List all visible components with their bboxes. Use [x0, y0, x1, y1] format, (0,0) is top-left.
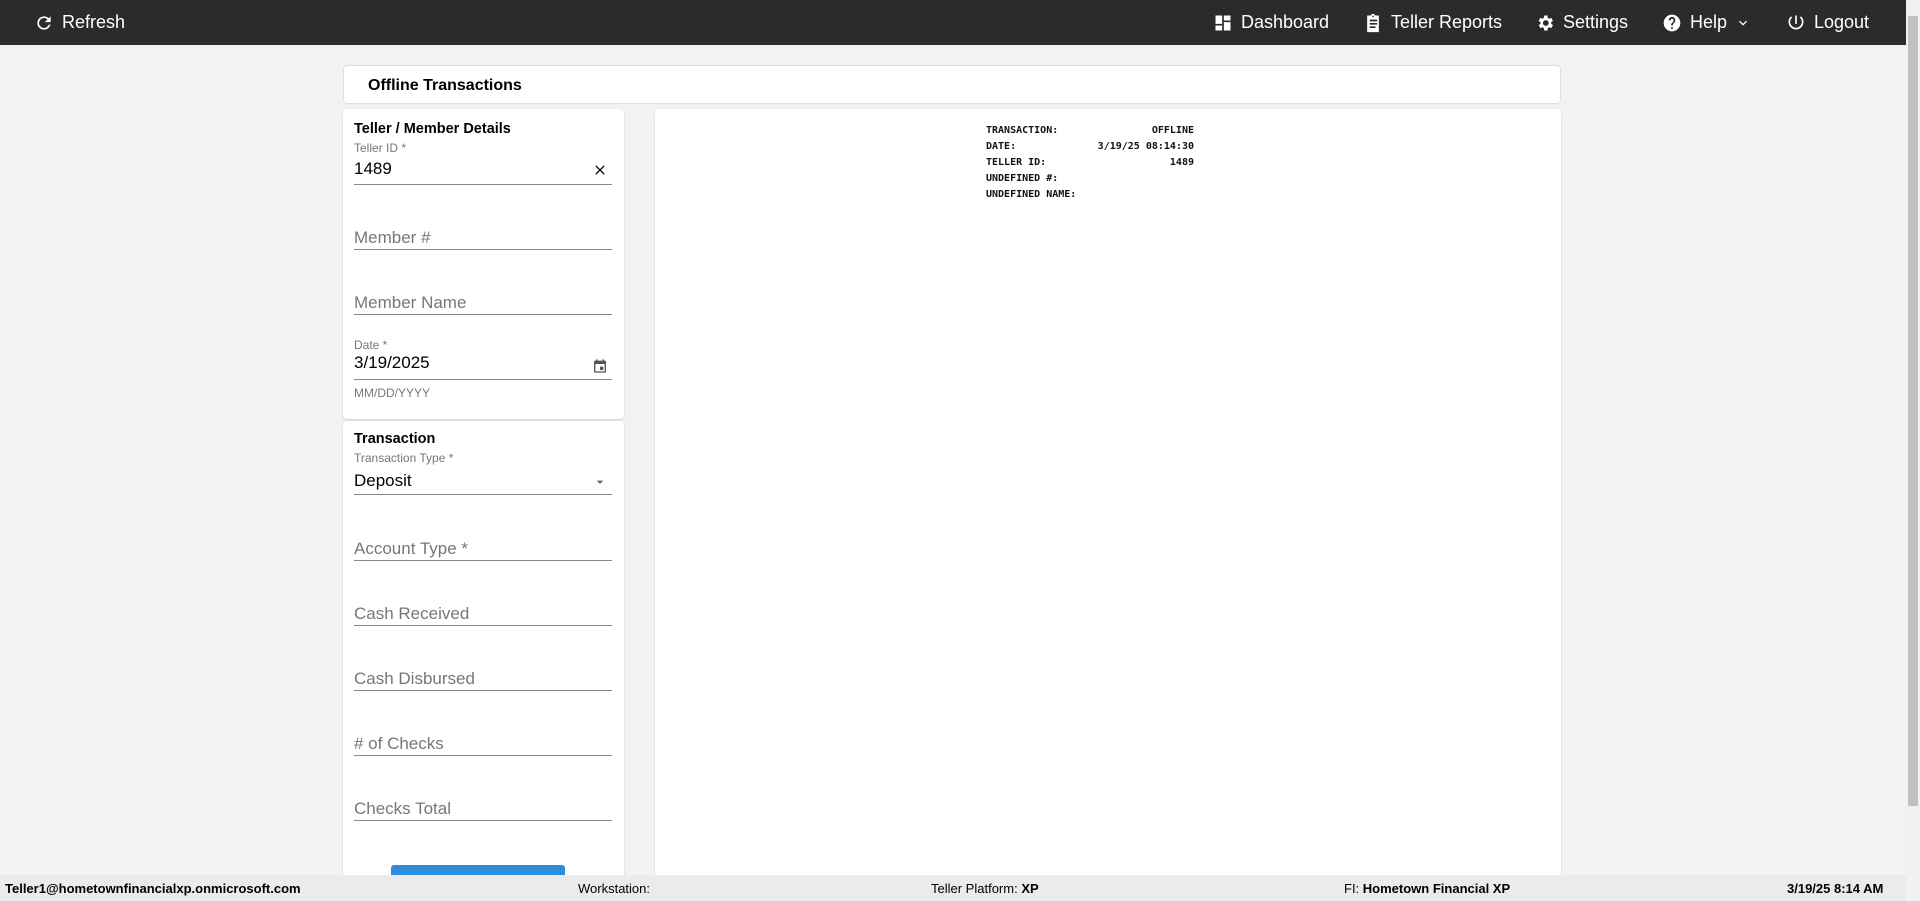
- settings-label: Settings: [1563, 12, 1629, 32]
- logout-button[interactable]: Logout: [1786, 0, 1869, 45]
- clear-icon[interactable]: [592, 162, 608, 178]
- receipt-label: TRANSACTION:: [986, 125, 1059, 136]
- settings-link[interactable]: Settings: [1535, 0, 1628, 45]
- receipt-label: UNDEFINED NAME:: [986, 189, 1077, 200]
- member-number-placeholder: Member #: [354, 228, 431, 247]
- teller-reports-label: Teller Reports: [1391, 12, 1503, 32]
- checks-total-placeholder: Checks Total: [354, 799, 452, 818]
- receipt-preview: TRANSACTION: OFFLINE DATE: 3/19/25 08:14:30…: [986, 123, 1194, 203]
- checks-count-field[interactable]: # of Checks: [354, 716, 612, 756]
- calendar-icon[interactable]: [592, 358, 608, 374]
- checks-count-placeholder: # of Checks: [354, 734, 444, 753]
- refresh-icon: [37, 15, 51, 30]
- transaction-type-select[interactable]: Transaction Type * Deposit: [354, 451, 612, 495]
- account-type-placeholder: Account Type *: [354, 539, 469, 558]
- teller-id-value: 1489: [354, 159, 392, 178]
- receipt-value: OFFLINE: [1151, 125, 1194, 136]
- checks-total-field[interactable]: Checks Total: [354, 781, 612, 821]
- chevron-down-icon: [1739, 20, 1748, 26]
- dropdown-arrow-icon: [596, 480, 604, 484]
- platform-value: XP: [1021, 881, 1039, 896]
- page-header-card: Offline Transactions: [343, 65, 1561, 104]
- status-bar: Teller1@hometownfinancialxp.onmicrosoft.…: [0, 875, 1906, 901]
- receipt-line: DATE: 3/19/25 08:14:30: [986, 139, 1194, 155]
- fi-label: FI:: [1344, 881, 1360, 896]
- scrollbar-thumb[interactable]: [1908, 16, 1918, 806]
- receipt-line: TELLER ID: 1489: [986, 155, 1194, 171]
- help-icon: [1663, 14, 1681, 31]
- dashboard-link[interactable]: Dashboard: [1213, 0, 1329, 45]
- member-name-field[interactable]: Member Name: [354, 275, 612, 315]
- dashboard-label: Dashboard: [1241, 12, 1330, 32]
- date-value: 3/19/2025: [354, 353, 430, 372]
- logout-label: Logout: [1814, 12, 1870, 32]
- date-field[interactable]: Date * 3/19/2025: [354, 338, 612, 380]
- cash-disbursed-field[interactable]: Cash Disbursed: [354, 651, 612, 691]
- date-helper-text: MM/DD/YYYY: [354, 386, 431, 400]
- receipt-line: UNDEFINED #:: [986, 171, 1194, 187]
- transaction-type-value: Deposit: [354, 471, 412, 490]
- account-type-field[interactable]: Account Type *: [354, 521, 612, 561]
- receipt-label: UNDEFINED #:: [986, 173, 1059, 184]
- workstation-label: Workstation:: [578, 881, 651, 896]
- help-label: Help: [1690, 12, 1728, 32]
- receipt-line: UNDEFINED NAME:: [986, 187, 1194, 203]
- refresh-label: Refresh: [62, 12, 126, 32]
- receipt-line: TRANSACTION: OFFLINE: [986, 123, 1194, 139]
- vertical-scrollbar[interactable]: [1906, 0, 1920, 901]
- top-nav-bar: Refresh Dashboard Teller Reports Setting…: [0, 0, 1906, 45]
- member-number-field[interactable]: Member #: [354, 210, 612, 250]
- receipt-value: 3/19/25 08:14:30: [1097, 141, 1194, 152]
- power-icon: [1788, 15, 1804, 29]
- gear-icon: [1538, 15, 1553, 30]
- receipt-label: TELLER ID:: [986, 157, 1047, 168]
- fi-value: Hometown Financial XP: [1362, 881, 1511, 896]
- teller-id-field[interactable]: Teller ID * 1489: [354, 141, 612, 185]
- teller-member-details-card: Teller / Member Details Teller ID * 1489…: [343, 109, 624, 419]
- refresh-button[interactable]: Refresh: [34, 0, 125, 45]
- teller-reports-link[interactable]: Teller Reports: [1363, 0, 1502, 45]
- transaction-card: Transaction Transaction Type * Deposit A…: [343, 421, 624, 895]
- date-label: Date *: [354, 338, 388, 352]
- section-title: Transaction: [354, 431, 436, 447]
- transaction-type-label: Transaction Type *: [354, 451, 454, 465]
- help-menu[interactable]: Help: [1662, 0, 1751, 45]
- receipt-value: 1489: [1169, 157, 1194, 168]
- page-title: Offline Transactions: [368, 77, 522, 94]
- dashboard-icon: [1215, 15, 1231, 30]
- platform-label: Teller Platform:: [931, 881, 1018, 896]
- receipt-preview-card: [655, 109, 1561, 889]
- cash-received-placeholder: Cash Received: [354, 604, 470, 623]
- cash-disbursed-placeholder: Cash Disbursed: [354, 669, 475, 688]
- section-title: Teller / Member Details: [354, 121, 511, 137]
- cash-received-field[interactable]: Cash Received: [354, 586, 612, 626]
- receipt-label: DATE:: [986, 141, 1017, 152]
- clipboard-icon: [1367, 13, 1379, 32]
- datetime: 3/19/25 8:14 AM: [1787, 881, 1884, 896]
- teller-id-label: Teller ID *: [354, 141, 407, 155]
- member-name-placeholder: Member Name: [354, 293, 467, 312]
- user-email: Teller1@hometownfinancialxp.onmicrosoft.…: [5, 881, 301, 896]
